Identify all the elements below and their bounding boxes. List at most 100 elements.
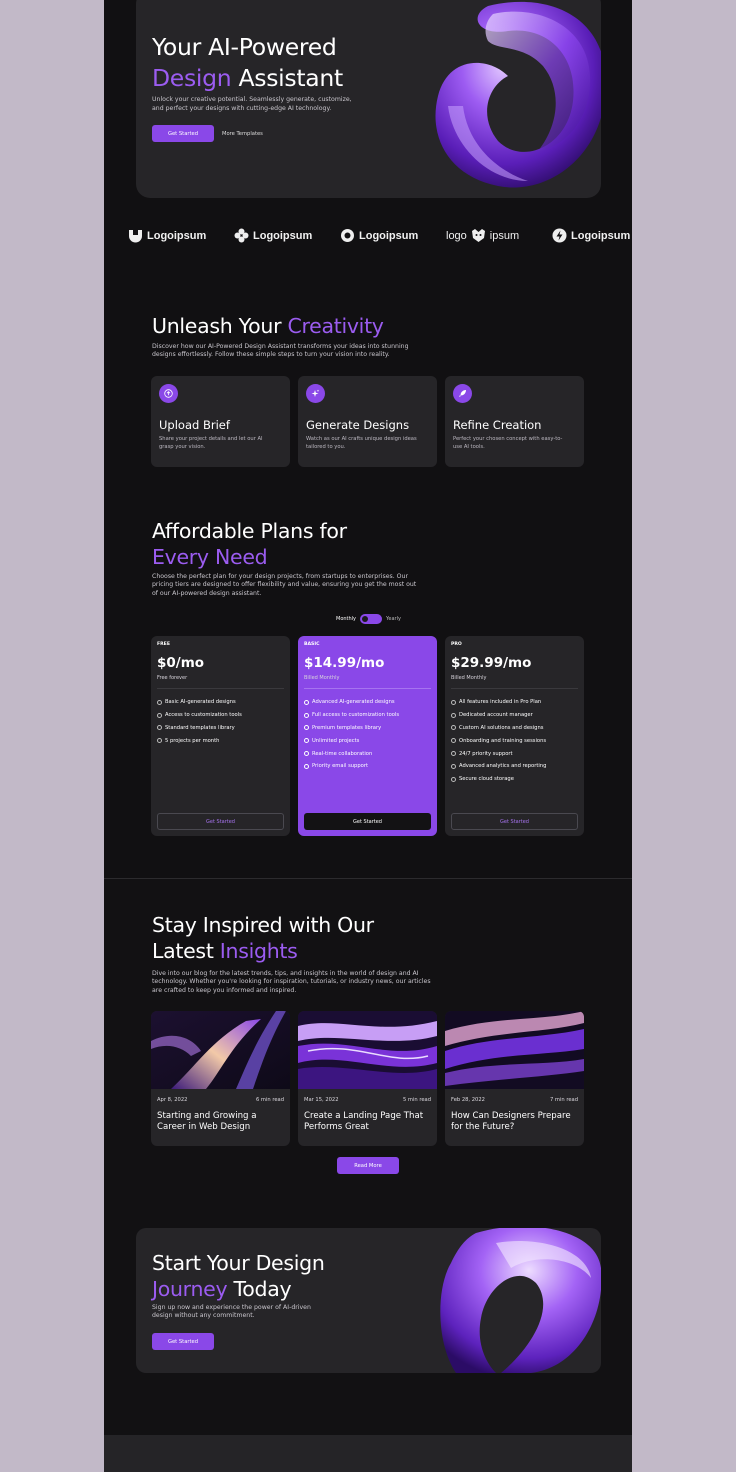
- post-title[interactable]: Create a Landing Page That Performs Grea…: [304, 1111, 430, 1133]
- toggle-yearly-label[interactable]: Yearly: [386, 616, 401, 622]
- blog-post-card[interactable]: Feb 28, 2022 7 min read How Can Designer…: [445, 1011, 584, 1146]
- read-more-button[interactable]: Read More: [337, 1157, 399, 1174]
- partner-logo-5: Logoipsum: [552, 228, 630, 243]
- plan-price: $14.99/mo: [304, 655, 385, 671]
- plan-feature: 5 projects per month: [157, 734, 242, 747]
- toggle-monthly-label[interactable]: Monthly: [336, 616, 356, 622]
- feature-card-refine: Refine Creation Perfect your chosen conc…: [445, 376, 584, 467]
- check-icon: [304, 725, 309, 731]
- blog-description: Dive into our blog for the latest trends…: [152, 970, 431, 994]
- pro-get-started-button[interactable]: Get Started: [451, 813, 578, 830]
- flower-logo-icon: [234, 228, 249, 243]
- features-title-accent: Creativity: [287, 314, 384, 338]
- partner-logo-2-text: Logoipsum: [253, 229, 313, 242]
- plan-price: $29.99/mo: [451, 655, 532, 671]
- cta-title-rest: Today: [227, 1276, 292, 1301]
- gear-logo-icon: [341, 229, 354, 242]
- check-icon: [157, 699, 162, 705]
- plan-feature-text: 24/7 priority support: [459, 750, 513, 757]
- plan-feature: Custom AI solutions and designs: [451, 722, 546, 735]
- plan-feature-text: Advanced AI-generated designs: [312, 699, 395, 706]
- plan-billing: Billed Monthly: [304, 675, 340, 681]
- plan-feature: Advanced AI-generated designs: [304, 696, 399, 709]
- plan-feature-text: Priority email support: [312, 763, 368, 770]
- partner-logos: Logoipsum Logoipsum Logoipsum logo ipsum…: [128, 228, 630, 246]
- plan-feature: Real-time collaboration: [304, 747, 399, 760]
- check-icon: [157, 712, 162, 718]
- plan-feature: Premium templates library: [304, 722, 399, 735]
- partner-logo-3: Logoipsum: [340, 228, 418, 243]
- blog-title-accent: Insights: [219, 938, 298, 963]
- upload-icon: [159, 384, 178, 403]
- post-title[interactable]: Starting and Growing a Career in Web Des…: [157, 1111, 283, 1133]
- check-icon: [304, 712, 309, 718]
- plan-feature-text: Standard templates library: [165, 724, 235, 731]
- post-title[interactable]: How Can Designers Prepare for the Future…: [451, 1111, 577, 1133]
- features-description: Discover how our AI-Powered Design Assis…: [152, 343, 409, 359]
- pricing-title-line1: Affordable Plans for: [152, 519, 347, 543]
- check-icon: [304, 763, 309, 769]
- post-read-time: 5 min read: [402, 1097, 431, 1103]
- plan-feature-text: Advanced analytics and reporting: [459, 763, 547, 770]
- rocket-icon: [453, 384, 472, 403]
- blog-post-image: [445, 1011, 584, 1089]
- partner-logo-1-text: Logoipsum: [147, 229, 207, 242]
- feature-title: Upload Brief: [159, 418, 230, 432]
- plan-feature-text: All features included in Pro Plan: [459, 699, 542, 706]
- plan-feature: Priority email support: [304, 760, 399, 773]
- cta-section: Start Your Design Journey Today Sign up …: [136, 1228, 601, 1373]
- cta-title: Start Your Design Journey Today: [152, 1251, 325, 1302]
- check-icon: [157, 725, 162, 731]
- partner-logo-3-text: Logoipsum: [359, 229, 419, 242]
- blog-post-image: [151, 1011, 290, 1089]
- post-read-time: 7 min read: [549, 1097, 578, 1103]
- plan-feature-text: 5 projects per month: [165, 737, 220, 744]
- blog-post-card[interactable]: Mar 15, 2022 5 min read Create a Landing…: [298, 1011, 437, 1146]
- plan-price: $0/mo: [157, 655, 205, 671]
- footer-strip: [104, 1435, 632, 1472]
- landing-page: Your AI-Powered Design Assistant Unlock …: [104, 0, 632, 1472]
- bolt-logo-icon: [552, 228, 567, 243]
- check-icon: [451, 763, 456, 769]
- features-title-text: Unleash Your: [152, 314, 288, 338]
- basic-get-started-button[interactable]: Get Started: [304, 813, 431, 830]
- plan-feature: Advanced analytics and reporting: [451, 760, 546, 773]
- plan-tier: FREE: [157, 642, 170, 647]
- blog-post-card[interactable]: Apr 8, 2022 6 min read Starting and Grow…: [151, 1011, 290, 1146]
- feature-card-upload: Upload Brief Share your project details …: [151, 376, 290, 467]
- blog-section-background: [104, 878, 632, 1472]
- feature-description: Watch as our AI crafts unique design ide…: [306, 436, 417, 450]
- pricing-title-accent: Every Need: [152, 544, 268, 569]
- check-icon: [304, 738, 309, 744]
- plan-tier: BASIC: [304, 642, 320, 647]
- cta-get-started-button[interactable]: Get Started: [152, 1333, 214, 1350]
- billing-toggle-row: Monthly Yearly: [336, 614, 401, 624]
- free-get-started-button[interactable]: Get Started: [157, 813, 284, 830]
- plan-feature: 24/7 priority support: [451, 747, 546, 760]
- check-icon: [451, 776, 456, 782]
- hero-title-line1: Your AI-Powered: [152, 33, 337, 61]
- more-templates-link[interactable]: More Templates: [222, 131, 263, 137]
- check-icon: [304, 751, 309, 757]
- check-icon: [451, 699, 456, 705]
- plan-feature-text: Premium templates library: [312, 724, 382, 731]
- post-date: Mar 15, 2022: [304, 1097, 339, 1103]
- feature-description: Perfect your chosen concept with easy-to…: [453, 436, 563, 450]
- plan-card-free: FREE $0/mo Free forever Basic AI-generat…: [151, 636, 290, 836]
- billing-toggle-switch[interactable]: [360, 614, 383, 624]
- pricing-description: Choose the perfect plan for your design …: [152, 573, 417, 597]
- partner-logo-4-text-a: logo: [446, 229, 467, 242]
- shield-logo-icon: [129, 230, 142, 243]
- plan-feature: Unlimited projects: [304, 734, 399, 747]
- hero-get-started-button[interactable]: Get Started: [152, 125, 214, 142]
- blog-post-image: [298, 1011, 437, 1089]
- plan-feature: Standard templates library: [157, 722, 242, 735]
- partner-logo-4: logo ipsum: [446, 228, 519, 243]
- hero-title: Your AI-Powered Design Assistant: [152, 32, 343, 94]
- feature-title: Refine Creation: [453, 418, 542, 432]
- plan-feature-list: Basic AI-generated designs Access to cus…: [157, 696, 242, 747]
- plan-divider: [451, 688, 578, 689]
- partner-logo-2: Logoipsum: [234, 228, 312, 243]
- feature-title: Generate Designs: [306, 418, 410, 432]
- plan-tier: PRO: [451, 642, 462, 647]
